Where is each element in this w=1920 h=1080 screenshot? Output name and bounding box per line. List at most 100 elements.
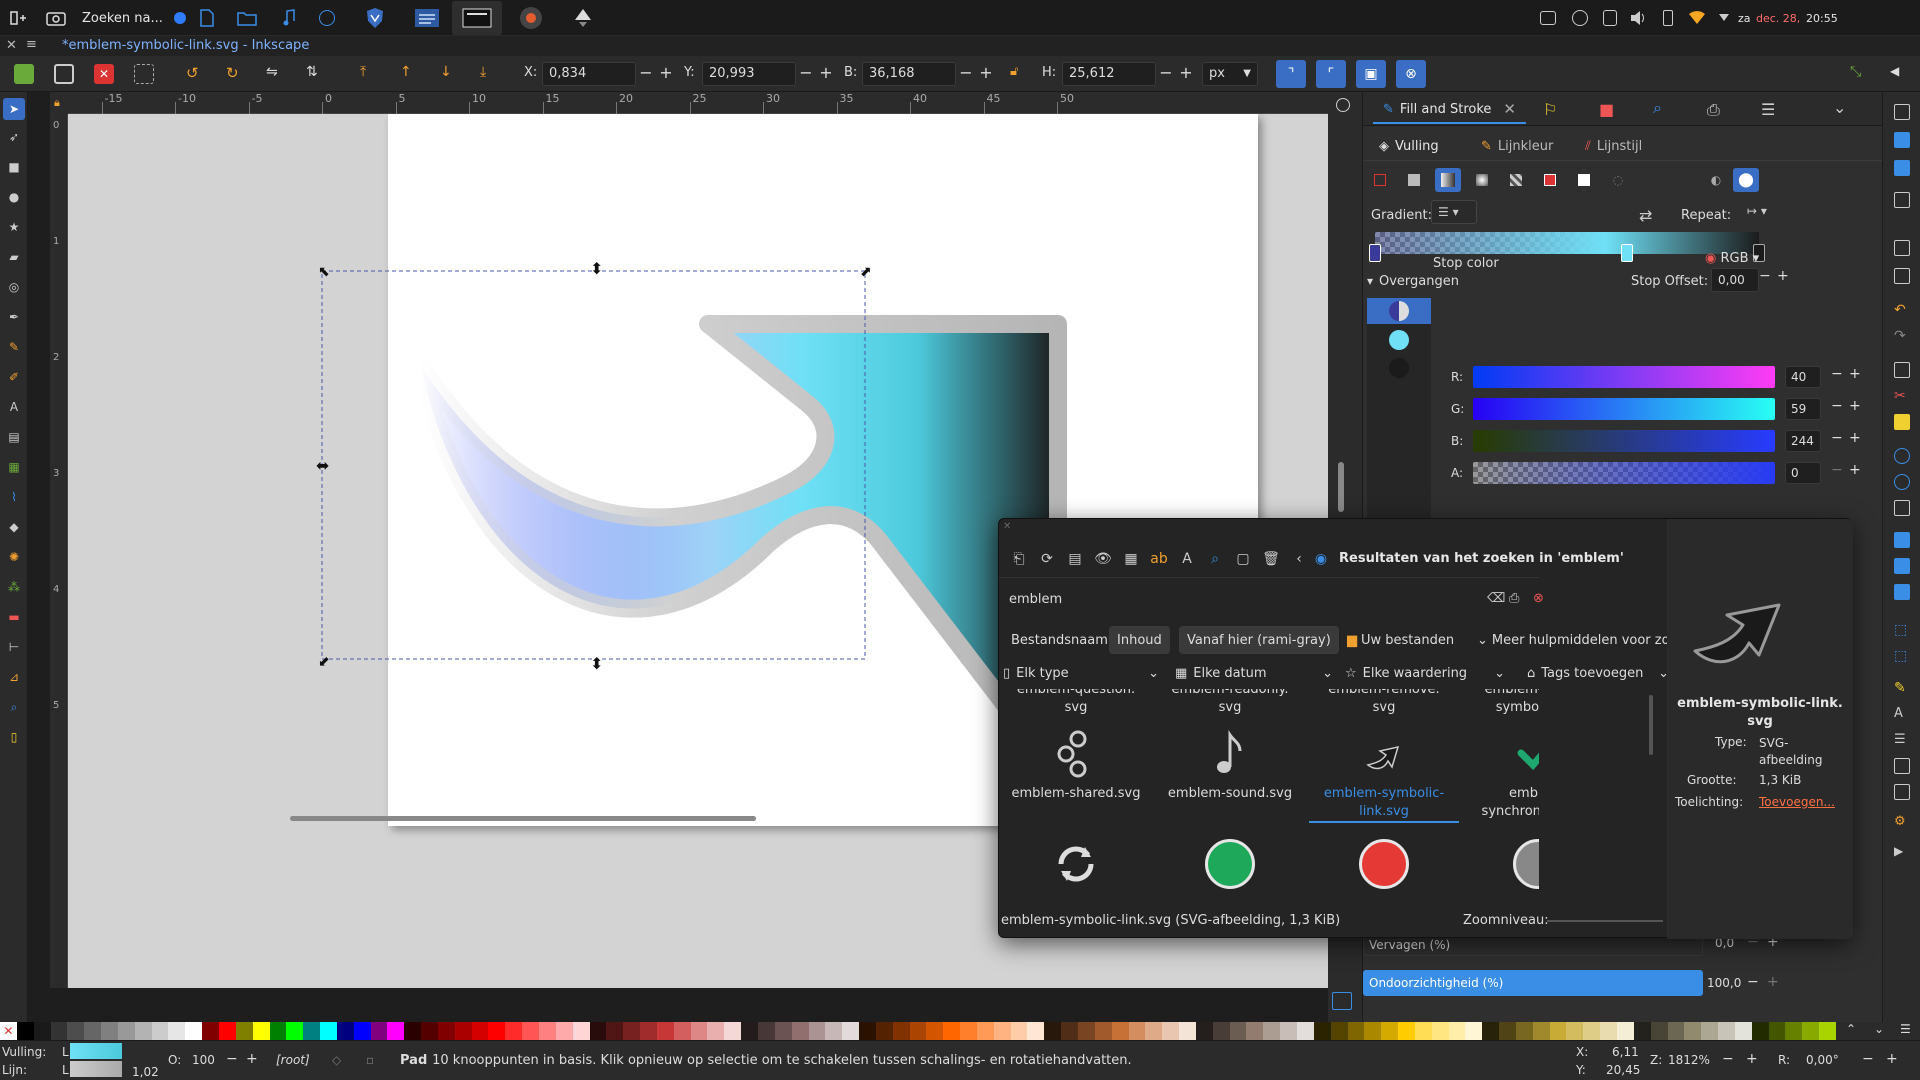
palette-swatch[interactable] <box>1701 1022 1719 1040</box>
back-icon[interactable]: ‹ <box>1289 549 1309 569</box>
a-slider[interactable] <box>1473 462 1775 484</box>
palette-swatch[interactable] <box>1027 1022 1045 1040</box>
fill-stroke-cmd-icon[interactable]: ✎ <box>1894 680 1910 696</box>
clipboard-tray-icon[interactable] <box>1600 6 1620 30</box>
unset-paint-button[interactable] <box>1571 168 1597 192</box>
palette-swatch[interactable] <box>1078 1022 1095 1040</box>
more-commands-icon[interactable]: ▶ <box>1894 844 1910 860</box>
palette-swatch[interactable] <box>808 1022 826 1040</box>
rotate-value[interactable]: 0,00° <box>1806 1053 1839 1067</box>
palette-swatch[interactable] <box>269 1022 287 1040</box>
inkscape-taskbar-icon[interactable] <box>518 6 544 30</box>
palette-scroll-down-icon[interactable]: ⌄ <box>1874 1022 1884 1036</box>
stop-row-selected[interactable] <box>1367 298 1431 324</box>
opacity-value[interactable]: 100 <box>192 1053 215 1067</box>
palette-swatch[interactable] <box>404 1022 422 1040</box>
filter-type-select[interactable]: ▯ Elk type ⌄ <box>1003 661 1159 685</box>
width-field[interactable]: 36,168 <box>862 62 956 86</box>
palette-swatch[interactable] <box>555 1022 573 1040</box>
emblem-symbolic-link-icon[interactable] <box>1364 741 1404 775</box>
palette-swatch[interactable] <box>488 1022 506 1040</box>
b-field[interactable]: 244 <box>1785 430 1821 452</box>
current-layer[interactable]: [root] <box>276 1053 310 1067</box>
filter-tags-select[interactable]: ⌂ Tags toevoegen ⌄ <box>1527 661 1669 685</box>
lower-to-bottom-icon[interactable]: ⤓ <box>480 64 500 84</box>
palette-swatch[interactable] <box>1465 1022 1483 1040</box>
emblem-sound-icon[interactable] <box>1210 729 1250 779</box>
palette-swatch[interactable] <box>690 1022 708 1040</box>
ungroup-icon[interactable]: ⬚ <box>1894 648 1910 664</box>
linear-gradient-button[interactable] <box>1435 168 1461 192</box>
flip-horizontal-icon[interactable]: ⇋ <box>266 64 286 84</box>
nonzero-rule-icon[interactable]: ⬤ <box>1733 168 1759 192</box>
save-search-icon[interactable]: ⎙ <box>1509 591 1519 606</box>
transform-gradients-toggle[interactable]: ▣ <box>1356 60 1386 88</box>
align-cmd-icon[interactable] <box>1894 784 1910 800</box>
spiral-tool-icon[interactable]: ◎ <box>5 278 23 296</box>
palette-swatch[interactable] <box>1195 1022 1213 1040</box>
gradient-select[interactable]: ☰ ▾ <box>1431 200 1477 224</box>
palette-swatch[interactable] <box>1482 1022 1500 1040</box>
text-font-icon[interactable]: A <box>1894 706 1910 722</box>
palette-swatch[interactable] <box>1246 1022 1264 1040</box>
rectangle-tool-icon[interactable]: ■ <box>5 158 23 176</box>
palette-swatch[interactable] <box>1768 1022 1786 1040</box>
subtab-fill[interactable]: ◈ Vulling <box>1379 134 1439 158</box>
palette-swatch[interactable] <box>859 1022 876 1040</box>
b-increment[interactable]: + <box>1849 430 1861 446</box>
palette-swatch[interactable] <box>1330 1022 1348 1040</box>
results-scrollbar[interactable] <box>1649 695 1653 755</box>
fill-swatch[interactable] <box>70 1043 122 1059</box>
opacity-decrement[interactable]: − <box>226 1051 238 1067</box>
radial-gradient-button[interactable] <box>1469 168 1495 192</box>
palette-swatch[interactable] <box>1549 1022 1567 1040</box>
preferences-icon[interactable]: ⚙ <box>1894 814 1910 830</box>
zoom-in-button[interactable]: + <box>1746 1051 1758 1067</box>
tab-find-icon[interactable]: ⌕ <box>1653 98 1662 118</box>
color-mode-select[interactable]: ◉ RGB ▾ <box>1699 248 1769 272</box>
zoom-selection-icon[interactable] <box>1894 448 1910 464</box>
node-tool-icon[interactable]: ➶ <box>5 128 23 146</box>
palette-swatch[interactable] <box>1296 1022 1314 1040</box>
emblem-shared-green-icon[interactable] <box>1205 839 1255 889</box>
flat-color-button[interactable] <box>1401 168 1427 192</box>
emblem-shared-icon[interactable] <box>1056 729 1096 779</box>
print-icon[interactable] <box>1894 192 1910 208</box>
palette-swatch[interactable] <box>1313 1022 1331 1040</box>
y-decrement-button[interactable]: − <box>798 62 814 86</box>
palette-swatch[interactable] <box>454 1022 472 1040</box>
palette-swatch[interactable] <box>202 1022 219 1040</box>
lock-ratio-icon[interactable]: 🔓︎ <box>1010 64 1030 84</box>
filter-date-select[interactable]: ▦ Elke datum ⌄ <box>1175 661 1333 685</box>
clone-icon[interactable] <box>1894 558 1910 574</box>
palette-swatch[interactable] <box>673 1022 691 1040</box>
select-all-layers-icon[interactable] <box>54 64 74 84</box>
palette-swatch[interactable] <box>218 1022 236 1040</box>
more-search-tools[interactable]: ⌄ Meer hulpmiddelen voor zoe <box>1469 626 1686 654</box>
grid-item-label[interactable]: emblem-sound.svg <box>1155 785 1305 803</box>
music-note-icon[interactable] <box>278 6 300 30</box>
export-icon[interactable] <box>1894 268 1910 284</box>
tab-layers-icon[interactable]: ☰ <box>1761 100 1775 119</box>
r-field[interactable]: 40 <box>1785 366 1821 388</box>
new-document-icon[interactable] <box>1894 104 1910 120</box>
rotate-increment[interactable]: + <box>1886 1051 1898 1067</box>
stop-row-2[interactable] <box>1389 330 1409 350</box>
palette-swatch[interactable] <box>252 1022 270 1040</box>
spray-tool-icon[interactable]: ⁂ <box>5 578 23 596</box>
palette-swatch[interactable] <box>16 1022 34 1040</box>
palette-swatch[interactable] <box>353 1022 371 1040</box>
palette-swatch[interactable] <box>1229 1022 1247 1040</box>
filter-rating-select[interactable]: ☆ Elke waardering ⌄ <box>1345 661 1505 685</box>
palette-swatch[interactable] <box>1061 1022 1078 1040</box>
no-color-swatch[interactable]: ✕ <box>0 1022 17 1040</box>
wifi-icon[interactable] <box>1686 6 1708 30</box>
grid-item-label[interactable]: emblem-shared-symbolic.svg <box>1463 689 1539 717</box>
brave-browser-icon[interactable] <box>362 6 388 30</box>
zoom-page-icon[interactable] <box>1894 500 1910 516</box>
undo-icon[interactable]: ↶ <box>1894 302 1910 318</box>
palette-swatch[interactable] <box>1583 1022 1601 1040</box>
palette-swatch[interactable] <box>656 1022 674 1040</box>
lower-icon[interactable]: ↓ <box>440 64 460 84</box>
tray-expand-icon[interactable] <box>1716 6 1732 30</box>
